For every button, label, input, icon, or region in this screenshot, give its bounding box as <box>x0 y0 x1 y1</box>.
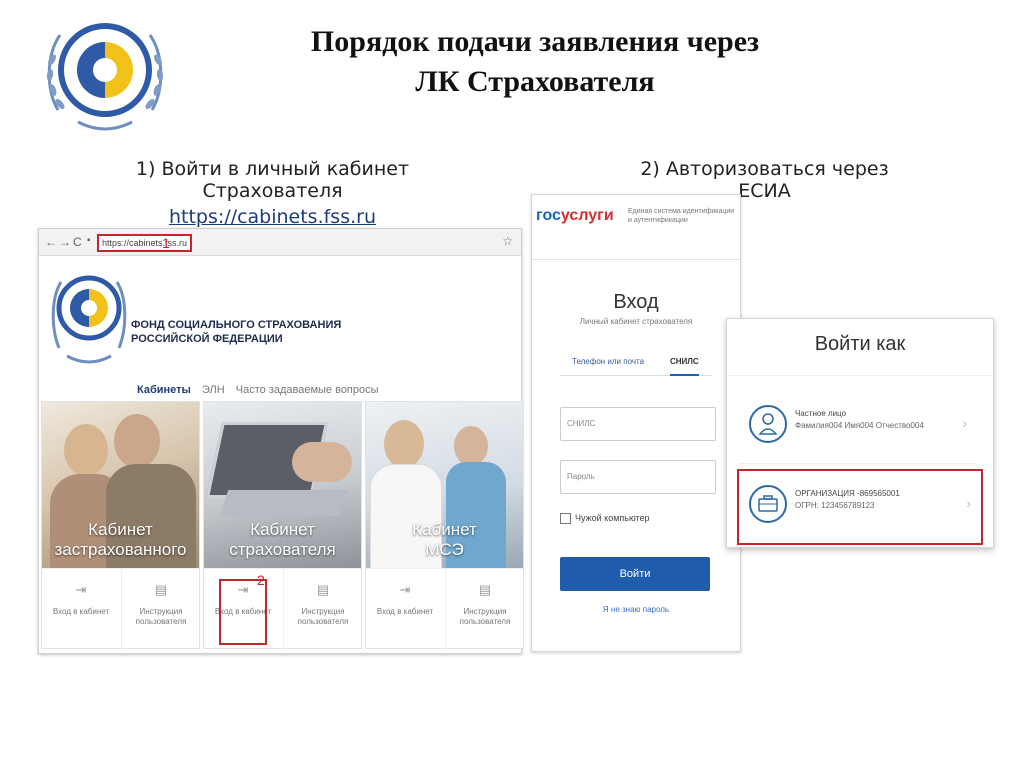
tab-phone-email[interactable]: Телефон или почта <box>572 357 644 366</box>
card-title-line2: страхователя <box>229 540 336 559</box>
checkbox-icon[interactable] <box>560 513 571 525</box>
gosuslugi-logo: госуслуги <box>536 207 614 225</box>
fss-site-tabs: Кабинеты ЭЛН Часто задаваемые вопросы <box>137 384 387 404</box>
slide-title: Порядок подачи заявления через ЛК Страхо… <box>300 22 770 102</box>
private-fullname: Фамилия004 Имя004 Отчество004 <box>795 421 924 430</box>
fss-cabinet-link[interactable]: https://cabinets.fss.ru <box>70 206 475 228</box>
browser-screenshot: ← → C ▪ https://cabinets.fss.ru 1 ☆ ФОНД… <box>38 228 524 654</box>
login-as-panel: Войти как Частное лицо Фамилия004 Имя004… <box>726 318 994 548</box>
account-private-person[interactable]: Частное лицо Фамилия004 Имя004 Отчество0… <box>739 391 977 464</box>
document-icon: ▤ <box>154 582 168 597</box>
briefcase-icon <box>749 485 787 523</box>
slide-title-line2: ЛК Страхователя <box>415 65 655 98</box>
fss-emblem-logo <box>38 10 172 136</box>
card-title-line2: МСЭ <box>425 540 464 559</box>
card-title-line1: Кабинет <box>250 520 315 539</box>
foreign-computer-checkbox[interactable]: Чужой компьютер <box>560 513 650 525</box>
tab-faq[interactable]: Часто задаваемые вопросы <box>236 384 379 396</box>
chevron-right-icon: › <box>962 415 967 431</box>
card-actions: ⇥ Вход в кабинет ▤ Инструкция пользовате… <box>42 568 199 649</box>
login-method-tabs: Телефон или почта СНИЛС <box>560 353 712 376</box>
card-title-line1: Кабинет <box>88 520 153 539</box>
login-label: Вход в кабинет <box>52 607 110 616</box>
policyholder-photo: Кабинет страхователя <box>204 402 361 568</box>
card-title-line1: Кабинет <box>412 520 477 539</box>
user-manual-button[interactable]: ▤ Инструкция пользователя <box>445 569 524 649</box>
tab-eln[interactable]: ЭЛН <box>202 384 225 396</box>
browser-address-bar: ← → C ▪ https://cabinets.fss.ru 1 ☆ <box>39 229 521 256</box>
card-title-line2: застрахованного <box>54 540 187 559</box>
lock-icon: ▪ <box>87 235 91 246</box>
fss-name-line1: ФОНД СОЦИАЛЬНОГО СТРАХОВАНИЯ <box>131 319 342 331</box>
manual-label: Инструкция пользователя <box>135 607 187 626</box>
step-marker-2: 2 <box>257 572 265 588</box>
login-subtitle: Личный кабинет страхователя <box>579 317 693 326</box>
snils-input[interactable]: СНИЛС <box>560 407 716 441</box>
password-input[interactable]: Пароль <box>560 460 716 494</box>
user-manual-button[interactable]: ▤ Инструкция пользователя <box>283 569 362 649</box>
login-cabinet-button[interactable]: ⇥ Вход в кабинет <box>42 569 120 649</box>
step1-text: 1) Войти в личный кабинет Страхователя <box>135 158 410 202</box>
insured-photo: Кабинет застрахованного <box>42 402 199 568</box>
gosuslugi-login-panel: госуслуги Единая система идентификации и… <box>531 194 741 652</box>
url-field[interactable]: https://cabinets.fss.ru <box>97 234 193 252</box>
account-organization[interactable]: ОРГАНИЗАЦИЯ -869565001 ОГРН: 12345678912… <box>737 469 983 545</box>
fss-name-line2: РОССИЙСКОЙ ФЕДЕРАЦИИ <box>131 333 283 345</box>
login-cabinet-button[interactable]: ⇥ Вход в кабинет <box>366 569 444 649</box>
document-icon: ▤ <box>316 582 330 597</box>
login-icon: ⇥ <box>399 582 411 597</box>
fss-site-name: ФОНД СОЦИАЛЬНОГО СТРАХОВАНИЯ РОССИЙСКОЙ … <box>131 318 351 346</box>
fss-site-header: ФОНД СОЦИАЛЬНОГО СТРАХОВАНИЯ РОССИЙСКОЙ … <box>39 256 521 404</box>
login-cabinet-button[interactable]: 2 ⇥ Вход в кабинет <box>204 569 282 649</box>
document-icon: ▤ <box>478 582 492 597</box>
gosuslugi-header: госуслуги Единая система идентификации и… <box>532 195 740 260</box>
foreign-computer-label: Чужой компьютер <box>575 513 650 523</box>
cabinet-card-insured: Кабинет застрахованного ⇥ Вход в кабинет… <box>41 401 200 649</box>
card-title-policyholder: Кабинет страхователя <box>204 520 361 560</box>
forward-icon[interactable]: → <box>59 235 71 249</box>
step1-caption: 1) Войти в личный кабинет Страхователя h… <box>70 158 475 228</box>
org-label: ОРГАНИЗАЦИЯ -869565001 <box>795 489 900 498</box>
reload-icon[interactable]: C <box>73 235 82 249</box>
login-button[interactable]: Войти <box>560 557 710 591</box>
mse-photo: Кабинет МСЭ <box>366 402 523 568</box>
card-actions: ⇥ Вход в кабинет ▤ Инструкция пользовате… <box>366 568 523 649</box>
org-ogrn: ОГРН: 123456789123 <box>795 501 875 510</box>
slide-title-line1: Порядок подачи заявления через <box>310 25 760 58</box>
manual-label: Инструкция пользователя <box>297 607 349 626</box>
user-manual-button[interactable]: ▤ Инструкция пользователя <box>121 569 200 649</box>
card-title-mse: Кабинет МСЭ <box>366 520 523 560</box>
forgot-password-link[interactable]: Я не знаю пароль <box>532 605 740 614</box>
login-label: Вход в кабинет <box>376 607 434 616</box>
brand-part1: гос <box>536 207 561 224</box>
login-title: Вход <box>613 291 659 313</box>
manual-label: Инструкция пользователя <box>459 607 511 626</box>
chevron-right-icon: › <box>966 495 971 511</box>
person-icon <box>749 405 787 443</box>
tab-snils[interactable]: СНИЛС <box>670 357 699 376</box>
private-label: Частное лицо <box>795 409 847 418</box>
card-title-insured: Кабинет застрахованного <box>42 520 199 560</box>
fss-site-logo <box>49 258 129 370</box>
back-icon[interactable]: ← <box>45 235 57 249</box>
cabinet-card-policyholder: Кабинет страхователя 2 ⇥ Вход в кабинет … <box>203 401 362 649</box>
highlight-box-step2 <box>219 579 267 645</box>
card-actions: 2 ⇥ Вход в кабинет ▤ Инструкция пользова… <box>204 568 361 649</box>
bookmark-star-icon[interactable]: ☆ <box>502 234 513 248</box>
brand-part2: услуги <box>560 207 614 224</box>
esia-description: Единая система идентификации и аутентифи… <box>628 208 735 224</box>
cabinet-card-mse: Кабинет МСЭ ⇥ Вход в кабинет ▤ Инструкци… <box>365 401 524 649</box>
login-icon: ⇥ <box>75 582 87 597</box>
login-as-title: Войти как <box>727 319 993 376</box>
step-marker-1: 1 <box>162 235 170 251</box>
